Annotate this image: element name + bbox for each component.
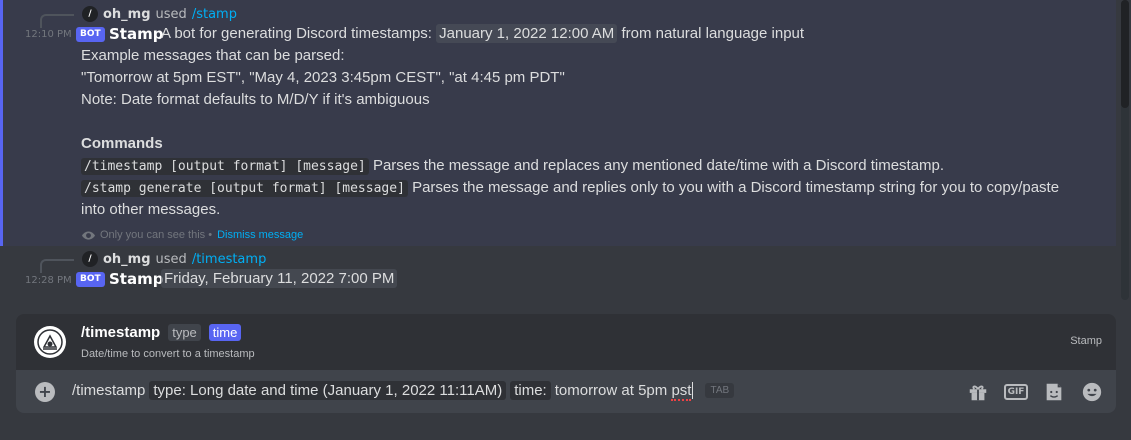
input-typed-text[interactable]: tomorrow at 5pm pst​	[554, 382, 694, 401]
message-time[interactable]: 12:10 PM	[25, 29, 72, 40]
command-desc: Parses the message and replies only to y…	[412, 179, 1060, 196]
message-input-bar[interactable]: + /timestamp type: Long date and time (J…	[16, 370, 1116, 413]
message-line: Example messages that can be parsed:	[81, 47, 345, 64]
typed-text: tomorrow at 5pm	[554, 382, 672, 399]
autocomplete-command: /timestamp	[81, 324, 161, 341]
author-name[interactable]: Stamp	[109, 270, 163, 288]
command-code: /timestamp [output format] [message]	[81, 158, 369, 175]
autocomplete-source: Stamp	[1070, 335, 1102, 347]
option-chip-time[interactable]: time	[208, 324, 242, 341]
message-line: into other messages.	[81, 201, 221, 218]
intro-text-after: from natural language input	[621, 25, 805, 42]
ephemeral-note: Only you can see this • Dismiss message	[82, 229, 303, 241]
reply-user[interactable]: oh_mg	[103, 7, 151, 22]
reply-used-text: used	[155, 251, 187, 267]
command-line-stamp: /stamp generate [output format] [message…	[81, 179, 1060, 197]
reply-context[interactable]: / oh_mg used /timestamp	[82, 251, 266, 267]
autocomplete-title[interactable]: /timestamp type time	[81, 324, 242, 341]
reply-command[interactable]: /stamp	[192, 7, 237, 22]
input-command: /timestamp	[72, 382, 146, 399]
gif-button[interactable]: GIF	[1003, 380, 1029, 404]
message-input[interactable]: /timestamp type: Long date and time (Jan…	[72, 381, 735, 401]
reply-context[interactable]: / oh_mg used /stamp	[82, 6, 237, 22]
option-chip-type[interactable]: type	[168, 324, 201, 341]
message-intro: A bot for generating Discord timestamps:…	[161, 24, 805, 43]
timestamp-chip[interactable]: Friday, February 11, 2022 7:00 PM	[161, 269, 398, 288]
tab-hint: TAB	[705, 383, 735, 398]
stamp-logo-icon	[37, 329, 63, 355]
autocomplete-description: Date/time to convert to a timestamp	[81, 348, 255, 360]
eye-icon	[82, 230, 95, 240]
reply-used-text: used	[155, 6, 187, 22]
message-content: Friday, February 11, 2022 7:00 PM	[161, 269, 398, 288]
slash-command-icon: /	[82, 6, 98, 22]
message-line: Note: Date format defaults to M/D/Y if i…	[81, 91, 430, 108]
sticker-icon[interactable]	[1042, 380, 1066, 404]
timestamp-chip[interactable]: January 1, 2022 12:00 AM	[436, 24, 618, 43]
command-autocomplete[interactable]: /timestamp type time Date/time to conver…	[16, 314, 1116, 370]
gif-icon: GIF	[1003, 384, 1029, 400]
emoji-icon[interactable]	[1080, 380, 1104, 404]
bot-tag: BOT	[76, 27, 105, 42]
reply-command[interactable]: /timestamp	[192, 252, 267, 267]
message-time[interactable]: 12:28 PM	[25, 275, 72, 286]
author-name[interactable]: Stamp	[109, 25, 163, 43]
gift-icon[interactable]	[966, 380, 990, 404]
message-line: "Tomorrow at 5pm EST", "May 4, 2023 3:45…	[81, 69, 565, 86]
input-param-type[interactable]: type: Long date and time (January 1, 202…	[149, 381, 507, 400]
command-code: /stamp generate [output format] [message…	[81, 180, 408, 197]
command-line-timestamp: /timestamp [output format] [message] Par…	[81, 157, 945, 175]
misspelled-word[interactable]: pst	[671, 382, 692, 401]
input-param-time-label[interactable]: time:	[510, 381, 551, 400]
commands-heading: Commands	[81, 135, 163, 152]
reply-connector	[40, 259, 74, 273]
dismiss-message-link[interactable]: Dismiss message	[217, 229, 303, 241]
input-icon-group: GIF	[966, 380, 1104, 404]
reply-connector	[40, 14, 74, 28]
ephemeral-note-text: Only you can see this •	[100, 229, 213, 241]
intro-text: A bot for generating Discord timestamps:	[161, 25, 432, 42]
slash-command-icon: /	[82, 251, 98, 267]
text-cursor: ​	[692, 382, 694, 399]
add-attachment-button[interactable]: +	[35, 382, 55, 402]
scrollbar-thumb[interactable]	[1121, 0, 1129, 108]
bot-tag: BOT	[76, 272, 105, 287]
bot-avatar	[34, 326, 66, 358]
reply-user[interactable]: oh_mg	[103, 252, 151, 267]
command-desc: Parses the message and replaces any ment…	[372, 157, 945, 174]
